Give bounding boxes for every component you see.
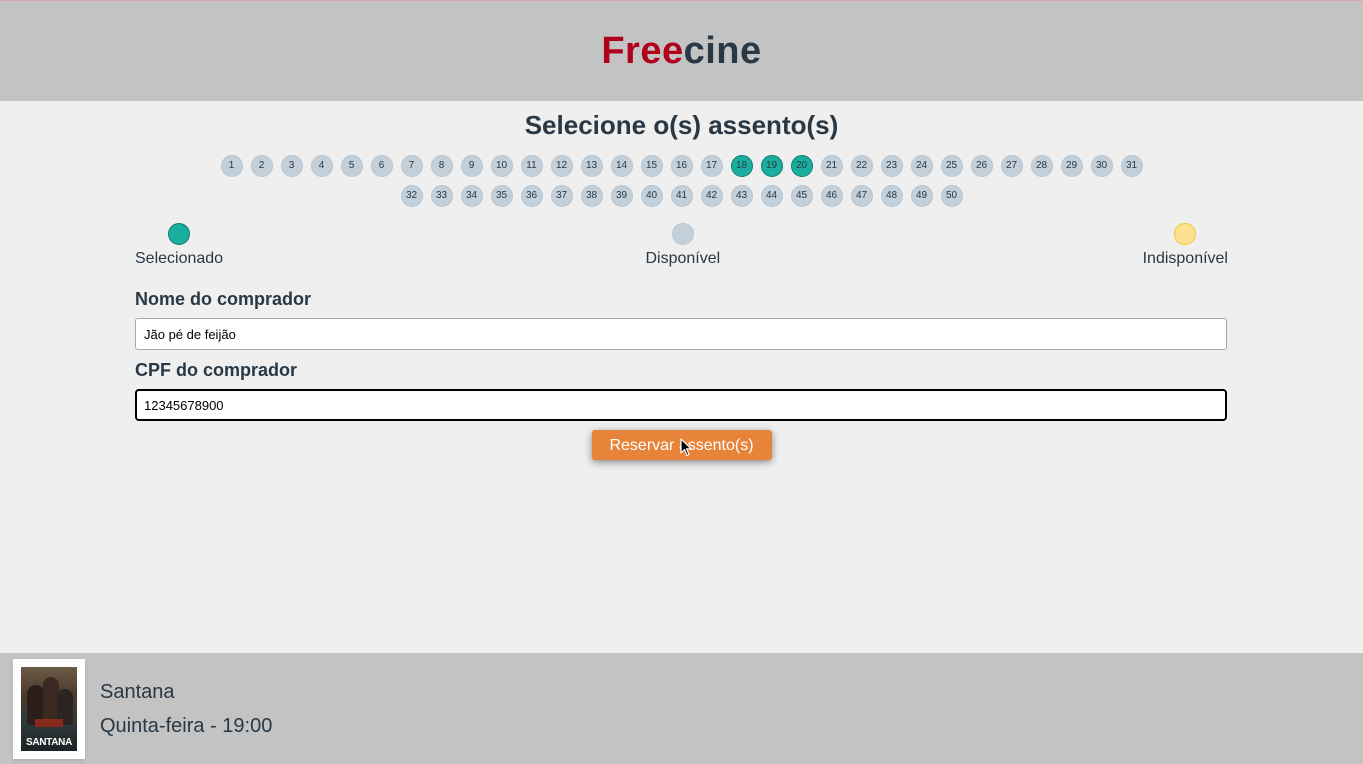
seat-37[interactable]: 37 — [550, 185, 573, 207]
seat-44[interactable]: 44 — [760, 185, 783, 207]
footer: SANTANA Santana Quinta-feira - 19:00 — [0, 653, 1363, 764]
logo: Freecine — [601, 30, 761, 73]
seat-8[interactable]: 8 — [430, 155, 453, 177]
movie-info: Santana Quinta-feira - 19:00 — [100, 675, 272, 743]
seat-12[interactable]: 12 — [550, 155, 573, 177]
movie-poster-image: SANTANA — [21, 666, 77, 751]
seat-45[interactable]: 45 — [790, 185, 813, 207]
seat-40[interactable]: 40 — [640, 185, 663, 207]
seat-5[interactable]: 5 — [340, 155, 363, 177]
seat-27[interactable]: 27 — [1000, 155, 1023, 177]
legend-selected: Selecionado — [135, 223, 223, 268]
legend-selected-label: Selecionado — [135, 250, 224, 267]
poster-title: SANTANA — [25, 736, 73, 748]
seat-38[interactable]: 38 — [580, 185, 603, 207]
seat-2[interactable]: 2 — [250, 155, 273, 177]
name-label: Nome do comprador — [135, 289, 312, 309]
seat-11[interactable]: 11 — [520, 155, 543, 177]
legend-available-dot — [671, 223, 694, 245]
seat-13[interactable]: 13 — [580, 155, 603, 177]
logo-part-free: Free — [601, 29, 684, 72]
movie-poster-frame: SANTANA — [13, 658, 85, 759]
seat-21[interactable]: 21 — [820, 155, 843, 177]
seat-47[interactable]: 47 — [850, 185, 873, 207]
legend-unavailable: Indisponível — [1143, 223, 1228, 268]
seat-28[interactable]: 28 — [1030, 155, 1053, 177]
seat-30[interactable]: 30 — [1090, 155, 1113, 177]
seat-map: 1 2 3 4 5 6 7 8 9 10 11 12 13 14 15 16 17 18 19 20 21 22 23 24 2… — [212, 155, 1152, 207]
movie-title: Santana — [100, 680, 175, 703]
logo-part-cine: cine — [683, 29, 762, 72]
seat-3[interactable]: 3 — [280, 155, 303, 177]
seat-4[interactable]: 4 — [310, 155, 333, 177]
seat-32[interactable]: 32 — [400, 185, 423, 207]
seat-46[interactable]: 46 — [820, 185, 843, 207]
legend-unavailable-label: Indisponível — [1142, 250, 1228, 267]
seat-48[interactable]: 48 — [880, 185, 903, 207]
seat-25[interactable]: 25 — [940, 155, 963, 177]
seat-17[interactable]: 17 — [700, 155, 723, 177]
seat-19[interactable]: 19 — [760, 155, 783, 177]
seat-15[interactable]: 15 — [640, 155, 663, 177]
seat-7[interactable]: 7 — [400, 155, 423, 177]
seat-10[interactable]: 10 — [490, 155, 513, 177]
seat-36[interactable]: 36 — [520, 185, 543, 207]
legend-selected-dot — [168, 223, 191, 245]
page-title: Selecione o(s) assento(s) — [524, 110, 839, 140]
seat-18[interactable]: 18 — [730, 155, 753, 177]
seat-33[interactable]: 33 — [430, 185, 453, 207]
legend-unavailable-dot — [1174, 223, 1197, 245]
name-input[interactable] — [135, 318, 1227, 350]
seat-22[interactable]: 22 — [850, 155, 873, 177]
seat-41[interactable]: 41 — [670, 185, 693, 207]
cpf-input[interactable] — [135, 389, 1227, 421]
seat-31[interactable]: 31 — [1120, 155, 1143, 177]
legend-available-label: Disponível — [645, 250, 721, 267]
seat-legend: Selecionado Disponível Indisponível — [135, 223, 1228, 268]
seat-39[interactable]: 39 — [610, 185, 633, 207]
seat-49[interactable]: 49 — [910, 185, 933, 207]
seat-29[interactable]: 29 — [1060, 155, 1083, 177]
buyer-form: Nome do comprador CPF do comprador Reser… — [135, 289, 1227, 460]
seat-6[interactable]: 6 — [370, 155, 393, 177]
seat-50[interactable]: 50 — [940, 185, 963, 207]
seat-20[interactable]: 20 — [790, 155, 813, 177]
seat-26[interactable]: 26 — [970, 155, 993, 177]
cpf-label: CPF do comprador — [135, 360, 298, 380]
seat-42[interactable]: 42 — [700, 185, 723, 207]
seat-14[interactable]: 14 — [610, 155, 633, 177]
seat-24[interactable]: 24 — [910, 155, 933, 177]
seat-16[interactable]: 16 — [670, 155, 693, 177]
seat-34[interactable]: 34 — [460, 185, 483, 207]
seat-9[interactable]: 9 — [460, 155, 483, 177]
legend-available: Disponível — [645, 223, 720, 268]
seat-35[interactable]: 35 — [490, 185, 513, 207]
session-time: Quinta-feira - 19:00 — [100, 714, 273, 737]
seat-23[interactable]: 23 — [880, 155, 903, 177]
mouse-cursor-icon — [680, 438, 692, 457]
header: Freecine — [0, 0, 1363, 101]
seat-1[interactable]: 1 — [220, 155, 243, 177]
seat-43[interactable]: 43 — [730, 185, 753, 207]
